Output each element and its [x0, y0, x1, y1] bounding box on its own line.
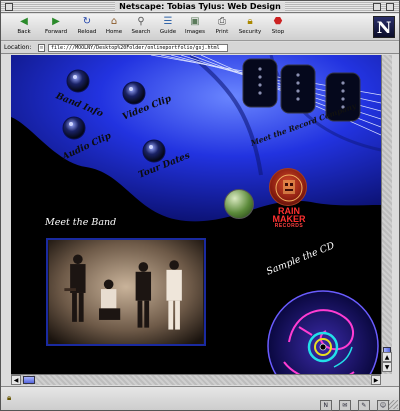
scroll-up-arrow[interactable]: ▲	[382, 352, 392, 362]
sample-the-cd-heading[interactable]: Sample the CD	[265, 240, 336, 277]
back-arrow-icon: ◀	[20, 16, 28, 27]
forward-arrow-icon: ▶	[52, 16, 60, 27]
title-bar[interactable]: Netscape: Tobias Tylus: Web Design	[1, 1, 399, 13]
location-label: Location:	[4, 44, 32, 51]
band-photo[interactable]	[46, 238, 206, 346]
back-button[interactable]: ◀ Back	[11, 16, 37, 40]
rain-maker-emblem-logo[interactable]	[269, 168, 307, 206]
navigator-icon[interactable]: N	[319, 400, 332, 411]
rain-maker-records-wordmark[interactable]: RAIN MAKER RECORDS	[265, 207, 313, 230]
resize-grip[interactable]	[389, 400, 398, 409]
stop-button[interactable]: ⬣ Stop	[265, 16, 291, 40]
guitar-graphic	[11, 55, 381, 222]
print-icon: ⎙	[218, 16, 226, 27]
browser-window: Netscape: Tobias Tylus: Web Design ◀ Bac…	[0, 0, 400, 411]
home-icon: ⌂	[110, 16, 118, 27]
security-button[interactable]: 🔒︎ Security	[237, 16, 263, 40]
netscape-logo[interactable]: N	[373, 16, 395, 38]
home-button[interactable]: ⌂ Home	[101, 16, 127, 40]
navigation-toolbar: ◀ Back ▶ Forward ↻ Reload ⌂ Home ⚲ Searc…	[1, 14, 399, 41]
mail-icon[interactable]: ✉	[338, 400, 351, 411]
rain-maker-emblem-icon	[275, 174, 303, 202]
window-title: Netscape: Tobias Tylus: Web Design	[1, 1, 399, 13]
record-company-globe-logo[interactable]	[224, 189, 254, 219]
security-lock-icon: 🔒︎	[247, 16, 253, 27]
vertical-scrollbar[interactable]: ▲ ▼	[381, 55, 392, 374]
zoom-box[interactable]	[373, 3, 381, 11]
search-icon: ⚲	[137, 16, 145, 27]
location-bar: Location: ≡ file:///MOOLNY/Desktop%20Fol…	[1, 42, 399, 54]
forward-button[interactable]: ▶ Forward	[43, 16, 69, 40]
scroll-down-arrow[interactable]: ▼	[382, 362, 392, 372]
component-bar: N ✉ ✎ ☺	[318, 392, 389, 411]
composer-icon[interactable]: ✎	[357, 400, 370, 411]
meet-the-band-heading[interactable]: Meet the Band	[45, 217, 116, 228]
scroll-right-arrow[interactable]: ▶	[371, 375, 381, 385]
reload-button[interactable]: ↻ Reload	[74, 16, 100, 40]
collapse-box[interactable]	[386, 3, 394, 11]
images-icon: ▣	[190, 16, 200, 27]
security-status-icon[interactable]: 🔒︎	[7, 393, 15, 403]
images-button[interactable]: ▣ Images	[182, 16, 208, 40]
location-url-field[interactable]: file:///MOOLNY/Desktop%20Folder/onlinepo…	[48, 44, 228, 52]
scroll-left-arrow[interactable]: ◀	[11, 375, 21, 385]
search-button[interactable]: ⚲ Search	[128, 16, 154, 40]
status-bar: 🔒︎ N ✉ ✎ ☺	[1, 386, 399, 411]
stop-icon: ⬣	[273, 16, 283, 27]
page-proxy-icon[interactable]: ≡	[38, 44, 45, 52]
cd-graphic[interactable]	[264, 287, 381, 374]
horizontal-scroll-thumb[interactable]	[23, 376, 35, 384]
band-photo-image	[48, 240, 204, 344]
horizontal-scrollbar[interactable]: ◀ ▶	[11, 374, 381, 385]
guide-button[interactable]: ☰ Guide	[155, 16, 181, 40]
aim-icon[interactable]: ☺	[377, 400, 389, 411]
page-content[interactable]: Band Info Video Clip Audio Clip Tour Dat…	[11, 55, 381, 374]
guide-icon: ☰	[163, 16, 173, 27]
print-button[interactable]: ⎙ Print	[209, 16, 235, 40]
reload-icon: ↻	[82, 16, 92, 27]
